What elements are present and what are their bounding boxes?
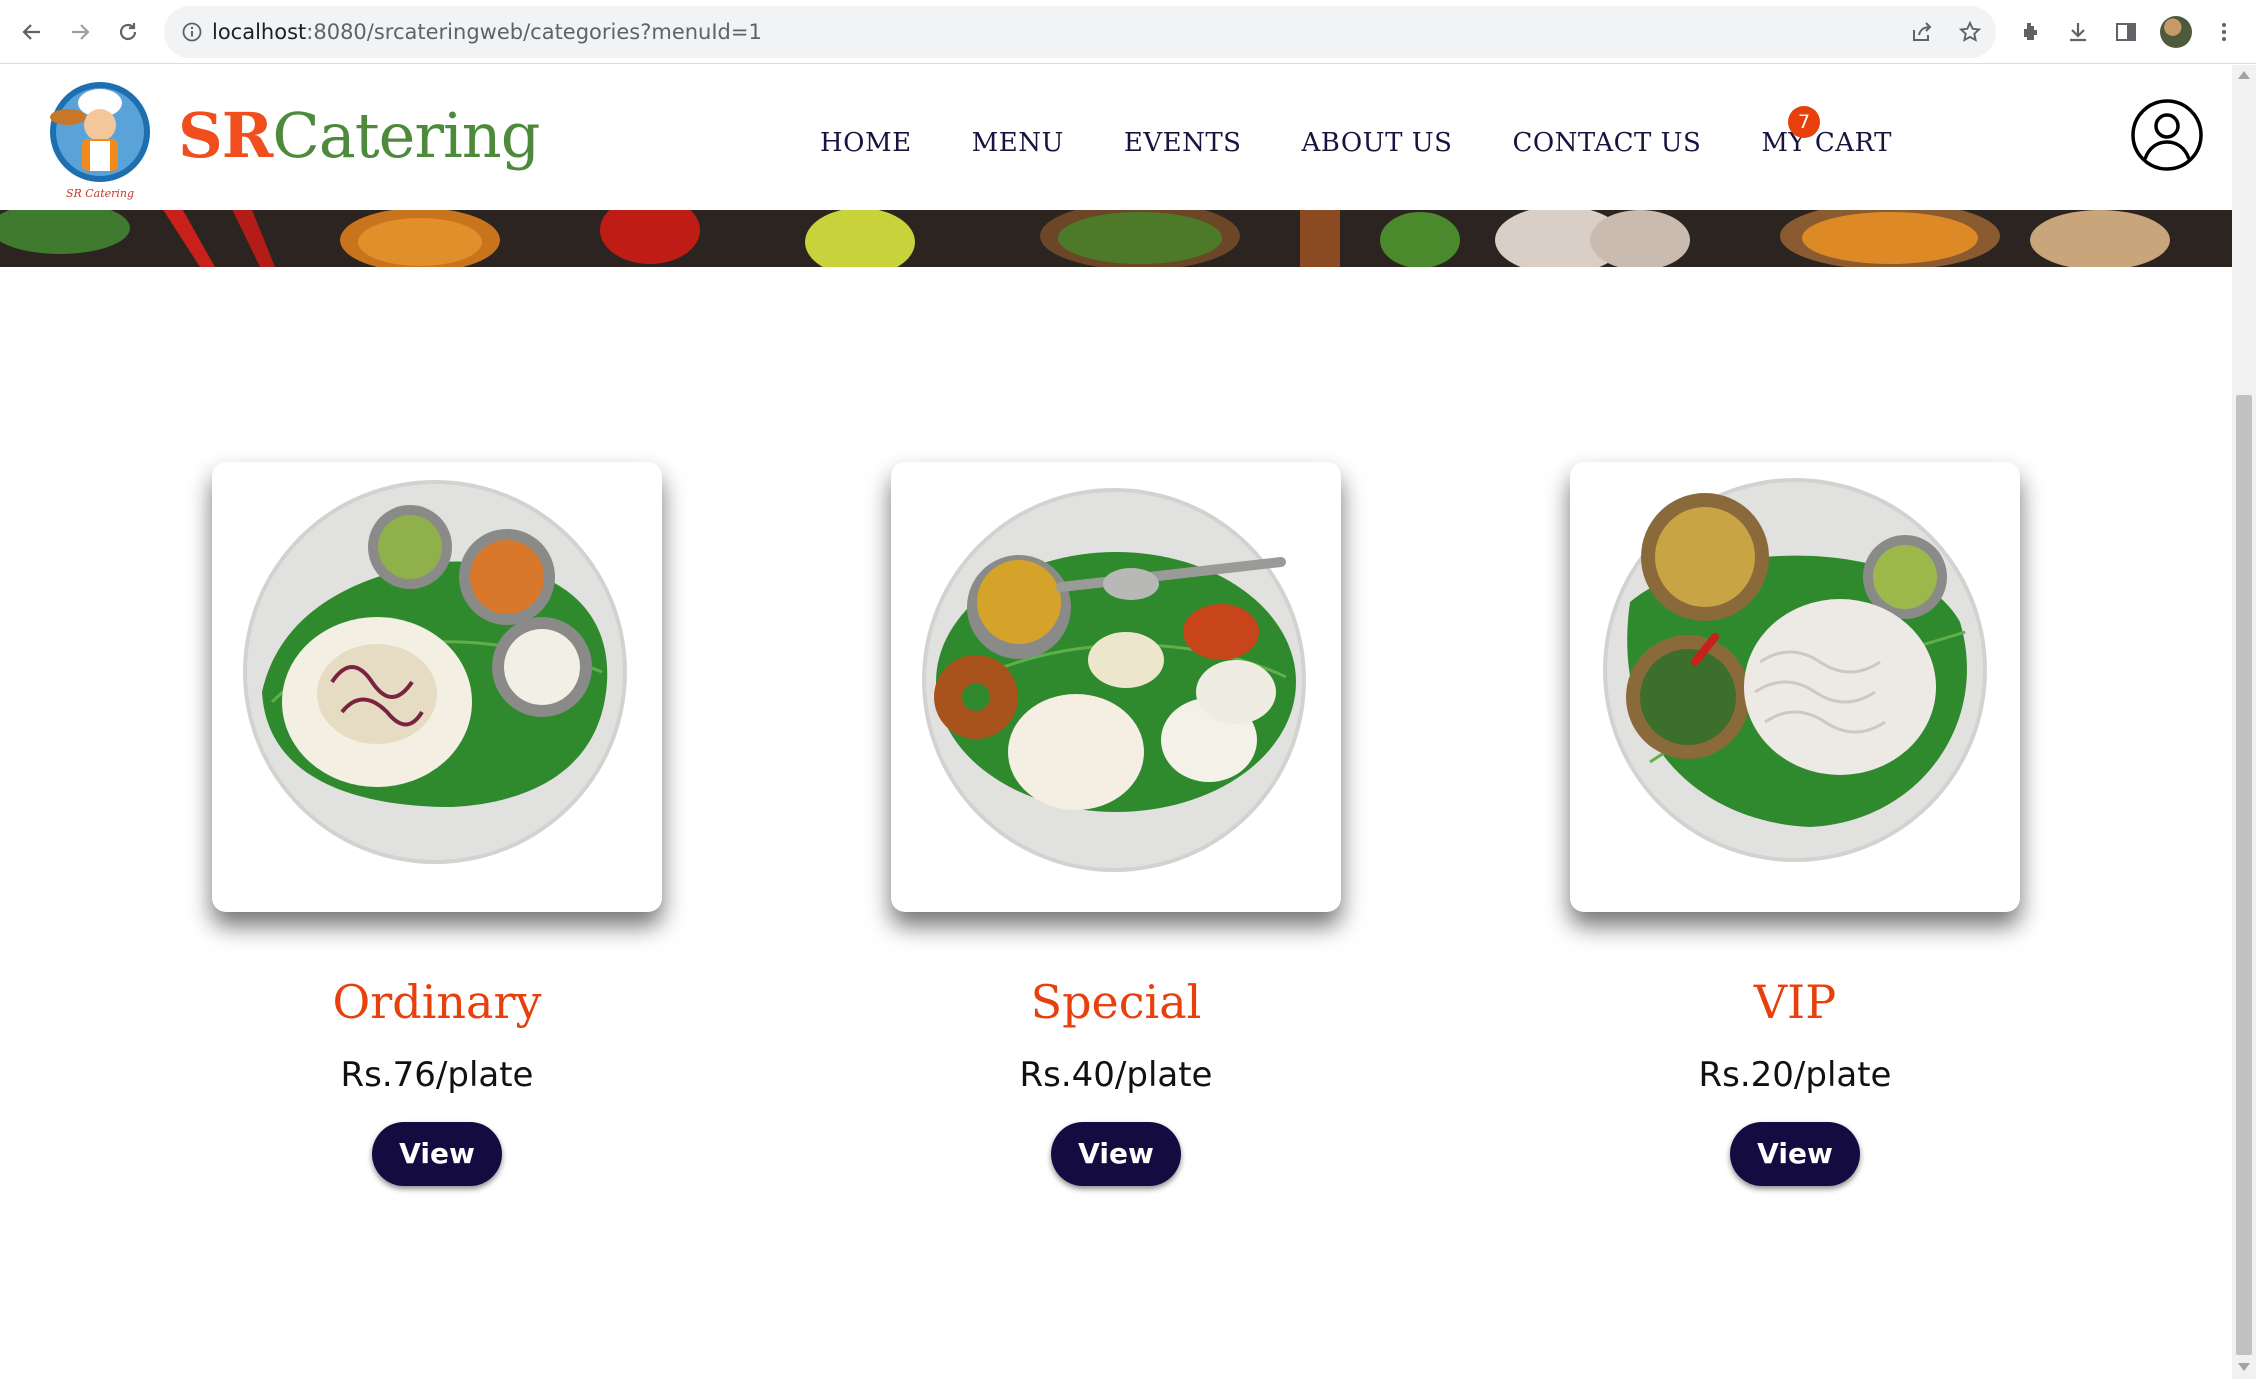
spices-banner-image [0, 210, 2232, 267]
category-card-special[interactable] [891, 462, 1341, 912]
view-button-vip[interactable]: View [1730, 1122, 1860, 1186]
svg-text:SR Catering: SR Catering [66, 187, 134, 200]
profile-avatar[interactable] [2160, 16, 2192, 48]
scroll-down-arrow-icon[interactable] [2238, 1363, 2250, 1371]
browser-toolbar: localhost:8080/srcateringweb/categories?… [0, 0, 2256, 64]
url-text[interactable]: localhost:8080/srcateringweb/categories?… [212, 16, 762, 48]
site-info-icon[interactable] [176, 16, 208, 48]
scroll-up-arrow-icon[interactable] [2238, 71, 2250, 79]
nav-about-us[interactable]: ABOUT US [1302, 123, 1453, 163]
cart-count-badge: 7 [1788, 106, 1820, 138]
brand-name[interactable]: SRCatering [178, 105, 540, 167]
view-button-special[interactable]: View [1051, 1122, 1181, 1186]
nav-my-cart[interactable]: MY CART [1761, 123, 1892, 163]
reload-icon[interactable] [110, 14, 146, 50]
category-price-vip: Rs.20/plate [1698, 1055, 1892, 1095]
forward-icon[interactable] [62, 14, 98, 50]
side-panel-icon[interactable] [2108, 14, 2144, 50]
category-price-ordinary: Rs.76/plate [340, 1055, 534, 1095]
back-icon[interactable] [14, 14, 50, 50]
site-header: SR Catering SRCatering HOME MENU EVENTS … [0, 65, 2232, 210]
category-title-vip: VIP [1753, 975, 1837, 1029]
scrollbar-thumb[interactable] [2236, 395, 2252, 1355]
nav-menu[interactable]: MENU [972, 123, 1064, 163]
category-title-ordinary: Ordinary [332, 975, 542, 1029]
category-card-vip[interactable] [1570, 462, 2020, 912]
page-viewport: SR Catering SRCatering HOME MENU EVENTS … [0, 65, 2232, 1379]
bookmark-star-icon[interactable] [1952, 14, 1988, 50]
logo-chef-icon[interactable]: SR Catering [40, 77, 160, 201]
special-plate-image [922, 488, 1306, 872]
category-price-special: Rs.40/plate [1019, 1055, 1213, 1095]
ordinary-plate-image [243, 480, 627, 864]
more-menu-icon[interactable] [2206, 14, 2242, 50]
nav-home[interactable]: HOME [820, 123, 912, 163]
download-icon[interactable] [2060, 14, 2096, 50]
vip-plate-image [1603, 478, 1987, 862]
page-scrollbar[interactable] [2232, 65, 2256, 1379]
category-card-ordinary[interactable] [212, 462, 662, 912]
extensions-icon[interactable] [2012, 14, 2048, 50]
category-title-special: Special [1030, 975, 1202, 1029]
view-button-ordinary[interactable]: View [372, 1122, 502, 1186]
nav-events[interactable]: EVENTS [1124, 123, 1242, 163]
share-icon[interactable] [1904, 14, 1940, 50]
main-nav: HOME MENU EVENTS ABOUT US CONTACT US MY … [820, 123, 1952, 163]
nav-contact-us[interactable]: CONTACT US [1512, 123, 1701, 163]
user-account-icon[interactable] [2130, 98, 2204, 172]
